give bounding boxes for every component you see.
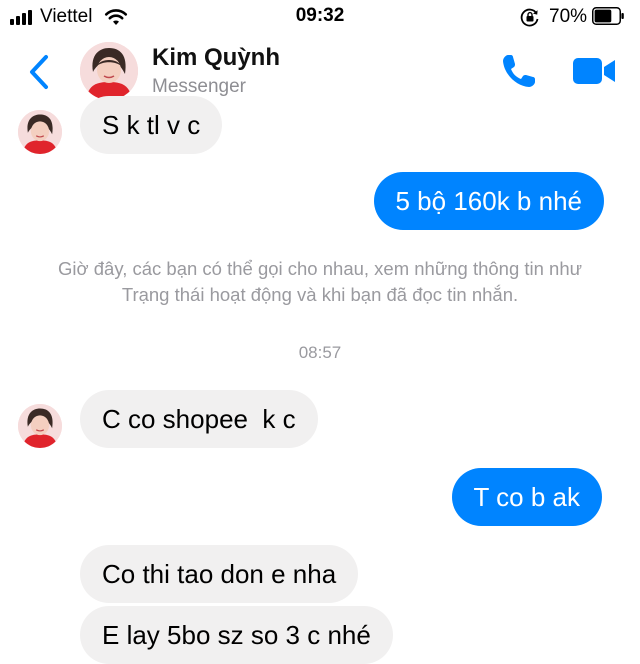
message-avatar[interactable] xyxy=(18,404,62,448)
status-bar: Viettel 09:32 70% xyxy=(0,0,640,34)
incoming-message[interactable]: Co thi tao don e nha xyxy=(80,545,359,603)
message-timestamp: 08:57 xyxy=(298,343,342,362)
incoming-message[interactable]: E lay 5bo sz so 3 c nhé xyxy=(80,606,393,664)
battery-icon xyxy=(592,7,624,25)
incoming-message[interactable]: C co shopee k c xyxy=(80,390,318,448)
message-avatar[interactable] xyxy=(18,110,62,154)
contact-name[interactable]: Kim Quỳnh xyxy=(152,44,280,72)
contact-subtitle: Messenger xyxy=(152,76,246,97)
status-time: 09:32 xyxy=(295,5,345,26)
rotation-lock-icon xyxy=(520,8,539,27)
back-chevron-icon[interactable] xyxy=(26,54,52,90)
battery-percent: 70% xyxy=(549,6,588,27)
contact-avatar[interactable] xyxy=(80,42,138,100)
phone-icon[interactable] xyxy=(500,52,538,90)
incoming-message[interactable]: S k tl v c xyxy=(80,96,223,154)
outgoing-message[interactable]: T co b ak xyxy=(451,468,602,526)
system-note: Giờ đây, các bạn có thể gọi cho nhau, xe… xyxy=(57,258,583,305)
outgoing-message[interactable]: 5 bộ 160k b nhé xyxy=(373,172,604,230)
video-camera-icon[interactable] xyxy=(572,56,616,86)
